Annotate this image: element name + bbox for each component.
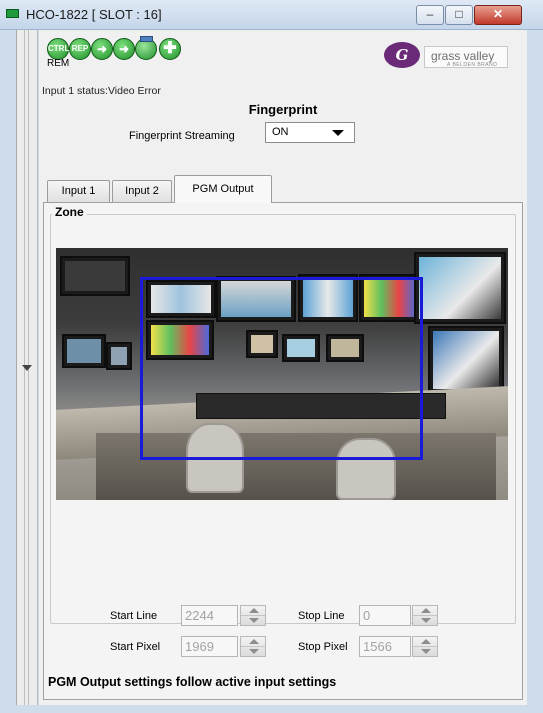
tab-pgm-output[interactable]: PGM Output: [174, 175, 272, 203]
start-line-spinner[interactable]: 2244: [181, 605, 266, 626]
window-frame-right: [527, 30, 543, 713]
fingerprint-streaming-select[interactable]: ON: [265, 122, 355, 143]
monitor: [62, 334, 106, 368]
window-titlebar: HCO-1822 [ SLOT : 16] – □ ✕: [0, 0, 543, 30]
stop-line-label: Stop Line: [298, 610, 345, 622]
brand-box: grass valley A BELDEN BRAND: [424, 46, 508, 68]
ctrl-icon[interactable]: CTRL: [47, 38, 69, 60]
spin-up-icon[interactable]: [421, 639, 431, 644]
spin-down-icon[interactable]: [421, 649, 431, 654]
start-pixel-input[interactable]: 1969: [181, 636, 238, 657]
fingerprint-streaming-value: ON: [272, 126, 289, 138]
brand-tagline: A BELDEN BRAND: [447, 62, 498, 68]
spin-up-icon[interactable]: [421, 608, 431, 613]
loop-icon[interactable]: [135, 36, 157, 60]
rem-label: REM: [47, 58, 70, 69]
window-title: HCO-1822 [ SLOT : 16]: [26, 7, 162, 22]
close-button[interactable]: ✕: [474, 5, 522, 25]
start-pixel-spinner[interactable]: 1969: [181, 636, 266, 657]
maximize-button[interactable]: □: [445, 5, 473, 25]
collapse-arrow-icon[interactable]: [22, 365, 32, 371]
monitor: [106, 342, 132, 370]
arrow-right-icon[interactable]: ➜: [113, 38, 135, 60]
fingerprint-streaming-label: Fingerprint Streaming: [129, 130, 235, 142]
main-content: CTRL REP ➜ ➜ ✚ REM G grass valley A BELD…: [39, 30, 527, 705]
brand-name: grass valley: [431, 49, 495, 63]
rep-icon[interactable]: REP: [69, 38, 91, 60]
app-icon: [6, 9, 19, 18]
grass-valley-logo: G grass valley A BELDEN BRAND: [384, 40, 512, 72]
stop-line-input[interactable]: 0: [359, 605, 411, 626]
plus-icon[interactable]: ✚: [159, 38, 181, 60]
spin-up-icon[interactable]: [249, 608, 259, 613]
tab-input-2[interactable]: Input 2: [112, 180, 172, 202]
input-status: Input 1 status:Video Error: [42, 85, 161, 97]
spin-up-icon[interactable]: [249, 639, 259, 644]
pgm-output-note: PGM Output settings follow active input …: [48, 675, 337, 689]
spin-down-icon[interactable]: [249, 618, 259, 623]
start-line-label: Start Line: [110, 610, 158, 622]
zone-legend: Zone: [52, 205, 87, 219]
chevron-down-icon: [332, 130, 344, 136]
monitor: [414, 252, 506, 324]
start-pixel-label: Start Pixel: [110, 641, 161, 653]
arrow-right-icon[interactable]: ➜: [91, 38, 113, 60]
gv-mark-icon: G: [384, 42, 420, 68]
stop-pixel-label: Stop Pixel: [298, 641, 348, 653]
zone-preview-image[interactable]: [56, 248, 508, 500]
start-pixel-spin-buttons[interactable]: [240, 636, 266, 657]
monitor: [60, 256, 130, 296]
start-line-spin-buttons[interactable]: [240, 605, 266, 626]
stop-pixel-input[interactable]: 1566: [359, 636, 411, 657]
spin-down-icon[interactable]: [421, 618, 431, 623]
stop-pixel-spin-buttons[interactable]: [412, 636, 438, 657]
stop-pixel-spinner[interactable]: 1566: [359, 636, 443, 657]
stop-line-spin-buttons[interactable]: [412, 605, 438, 626]
spin-down-icon[interactable]: [249, 649, 259, 654]
stop-line-spinner[interactable]: 0: [359, 605, 443, 626]
minimize-button[interactable]: –: [416, 5, 444, 25]
monitor: [428, 326, 504, 394]
start-line-input[interactable]: 2244: [181, 605, 238, 626]
zone-selection-rectangle[interactable]: [140, 277, 423, 460]
window-frame-bottom: [0, 705, 543, 713]
section-title: Fingerprint: [248, 102, 318, 117]
tab-input-1[interactable]: Input 1: [47, 180, 110, 202]
window-frame-left: [0, 30, 16, 713]
